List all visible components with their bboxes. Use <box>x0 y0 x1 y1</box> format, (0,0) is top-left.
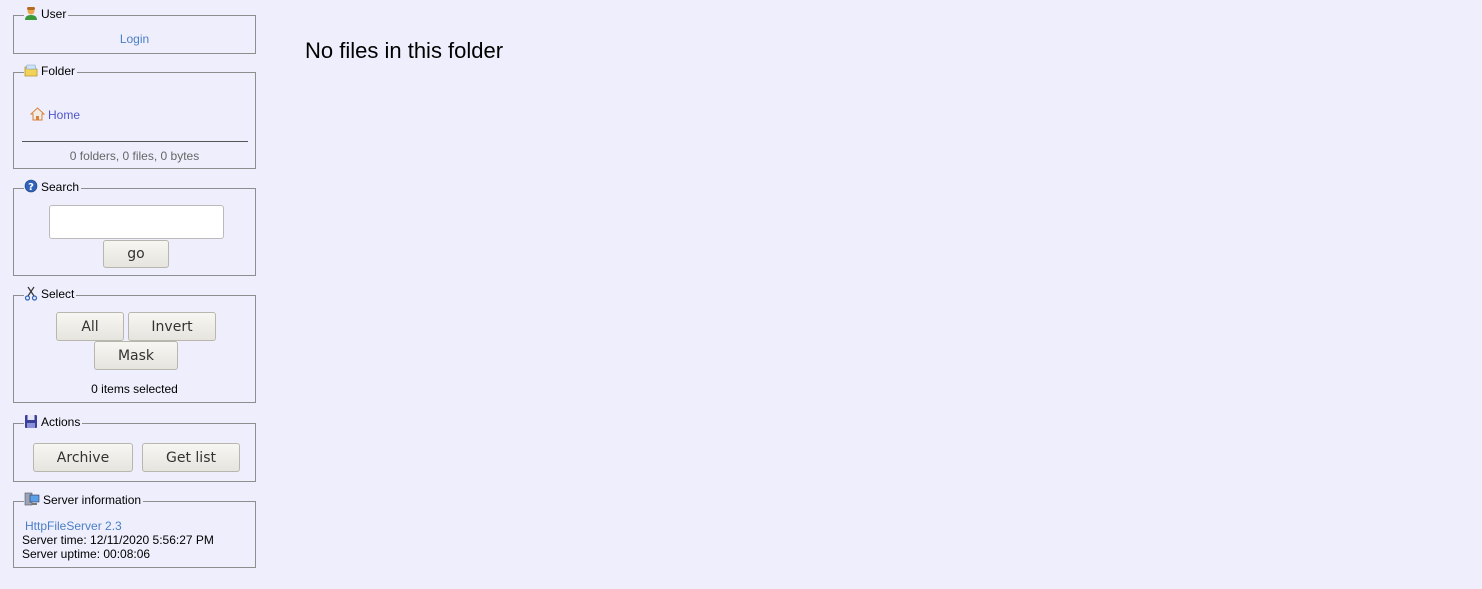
server-icon <box>24 492 40 507</box>
home-link[interactable]: Home <box>48 108 80 122</box>
select-panel: Select All Invert Mask 0 items selected <box>13 286 256 403</box>
server-uptime: Server uptime: 00:08:06 <box>22 547 151 561</box>
folder-stats: 0 folders, 0 files, 0 bytes <box>69 149 200 163</box>
help-icon: ? <box>24 179 38 194</box>
mask-button[interactable]: Mask <box>94 341 178 370</box>
server-legend: Server information <box>24 492 144 507</box>
hfs-version-link[interactable]: HttpFileServer 2.3 <box>25 519 122 533</box>
folder-legend: Folder <box>24 63 78 78</box>
folder-title: Folder <box>41 64 76 78</box>
search-input[interactable] <box>49 205 224 239</box>
select-title: Select <box>41 287 75 301</box>
home-icon <box>29 107 46 122</box>
server-title: Server information <box>43 493 142 507</box>
folder-icon <box>24 63 38 78</box>
user-legend: User <box>24 6 69 21</box>
actions-panel: Actions Archive Get list <box>13 414 256 482</box>
login-link[interactable]: Login <box>120 32 149 46</box>
select-all-button[interactable]: All <box>56 312 124 341</box>
search-go-button[interactable]: go <box>103 240 169 268</box>
folder-divider <box>22 141 248 142</box>
floppy-icon <box>24 414 38 429</box>
user-icon <box>24 6 38 21</box>
server-time: Server time: 12/11/2020 5:56:27 PM <box>22 533 214 547</box>
archive-button[interactable]: Archive <box>33 443 133 472</box>
invert-selection-button[interactable]: Invert <box>128 312 216 341</box>
actions-legend: Actions <box>24 414 83 429</box>
folder-panel: Folder Home 0 folders, 0 files, 0 bytes <box>13 63 256 169</box>
user-panel: User Login <box>13 6 256 54</box>
search-title: Search <box>41 180 80 194</box>
actions-title: Actions <box>41 415 81 429</box>
get-list-button[interactable]: Get list <box>142 443 240 472</box>
search-legend: ? Search <box>24 179 82 194</box>
user-title: User <box>41 7 67 21</box>
server-panel: Server information HttpFileServer 2.3 Se… <box>13 492 256 568</box>
select-legend: Select <box>24 286 77 301</box>
selected-count: 0 items selected <box>91 382 178 396</box>
empty-folder-message: No files in this folder <box>305 38 504 63</box>
scissors-icon <box>24 286 38 301</box>
search-panel: ? Search go <box>13 179 256 276</box>
svg-text:?: ? <box>28 182 34 193</box>
